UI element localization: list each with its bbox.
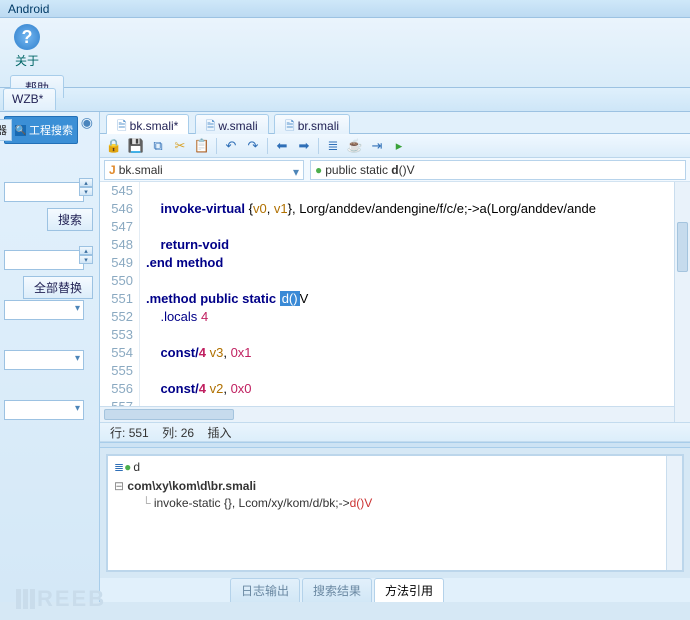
file-icon: 🗎 (117, 119, 127, 133)
nav-forward-icon[interactable]: ➡ (296, 138, 312, 154)
document-tab[interactable]: WZB* (3, 88, 56, 110)
status-mode: 插入 (207, 426, 231, 440)
spin-down-icon[interactable]: ▾ (79, 187, 93, 196)
indent-icon[interactable]: ⇥ (369, 138, 385, 154)
status-row-label: 行: (110, 426, 125, 440)
vertical-scrollbar[interactable] (674, 182, 690, 422)
tab-log[interactable]: 日志输出 (230, 578, 300, 602)
search-sidebar: ◉ 器 🔍 工程搜索 ▴▾ 搜索 ▴▾ 全部替换 (0, 112, 100, 602)
editor-area: 🗎bk.smali* 🗎w.smali 🗎br.smali 🔒 💾 ⧉ ✂ 📋 … (100, 112, 690, 602)
watermark: REEB (16, 586, 106, 612)
code-lines[interactable]: invoke-virtual {v0, v1}, Lorg/anddev/and… (140, 182, 690, 422)
tree-call-prefix: invoke-static {}, Lcom/xy/kom/d/bk;-> (154, 496, 350, 510)
horizontal-splitter[interactable] (100, 442, 690, 448)
run-icon[interactable]: ▸ (391, 138, 407, 154)
search-input[interactable] (4, 182, 84, 202)
sidebar-tab-search-label: 工程搜索 (29, 122, 73, 138)
filter-combo-1[interactable] (4, 300, 84, 320)
references-tree[interactable]: ⊟ com\xy\kom\d\br.smali └ invoke-static … (114, 478, 676, 512)
search-button[interactable]: 搜索 (47, 208, 93, 231)
ribbon: ? 关于 帮助 (0, 18, 690, 88)
list-icon: ≣ (114, 460, 124, 474)
file-combo[interactable]: Jbk.smali (104, 160, 304, 180)
tab-references[interactable]: 方法引用 (374, 578, 444, 602)
sidebar-tab-search[interactable]: 器 🔍 工程搜索 (4, 116, 78, 144)
java-file-icon: J (109, 163, 116, 177)
editor-tab-label: w.smali (218, 119, 257, 133)
method-prefix: public static (325, 163, 391, 177)
tree-call-name: d()V (350, 496, 373, 510)
about-button[interactable]: ? 关于 (10, 24, 44, 69)
editor-tab-label: br.smali (298, 119, 339, 133)
tree-node-call[interactable]: └ invoke-static {}, Lcom/xy/kom/d/bk;->d… (114, 495, 676, 512)
tree-file-label: com\xy\kom\d\br.smali (127, 479, 256, 493)
status-col: 26 (181, 426, 194, 440)
scrollbar-thumb[interactable] (677, 222, 688, 272)
file-icon: 🗎 (206, 119, 216, 133)
method-name: d (391, 163, 398, 177)
save-icon[interactable]: 💾 (128, 138, 144, 154)
references-header: ≣●d (114, 460, 676, 474)
window-title: Android (8, 2, 49, 16)
spin-up-icon[interactable]: ▴ (79, 178, 93, 187)
status-col-label: 列: (162, 426, 177, 440)
eye-icon[interactable]: ◉ (81, 114, 93, 131)
editor-toolbar: 🔒 💾 ⧉ ✂ 📋 ↶ ↷ ⬅ ➡ ≣ ☕ ⇥ ▸ (100, 134, 690, 158)
tab-results[interactable]: 搜索结果 (302, 578, 372, 602)
replace-all-button[interactable]: 全部替换 (23, 276, 93, 299)
list-icon[interactable]: ≣ (325, 138, 341, 154)
file-icon: 🗎 (285, 119, 295, 133)
method-combo[interactable]: ●public static d()V (310, 160, 686, 180)
method-icon: ● (315, 163, 322, 177)
search-icon: 🔍 (15, 125, 26, 136)
line-gutter: 5455465475485495505515525535545555565575… (100, 182, 140, 422)
nav-back-icon[interactable]: ⬅ (274, 138, 290, 154)
references-header-text: d (133, 460, 140, 474)
about-label: 关于 (10, 52, 44, 69)
editor-tab-label: bk.smali* (130, 119, 179, 133)
window-titlebar: Android (0, 0, 690, 18)
copy-icon[interactable]: ⧉ (150, 138, 166, 154)
filter-combo-3[interactable] (4, 400, 84, 420)
java-icon[interactable]: ☕ (347, 138, 363, 154)
help-icon: ? (14, 24, 40, 50)
method-sig: ()V (399, 163, 415, 177)
status-row: 551 (129, 426, 149, 440)
scrollbar-thumb[interactable] (104, 409, 234, 420)
spin-up-icon[interactable]: ▴ (79, 246, 93, 255)
references-panel: ≣●d ⊟ com\xy\kom\d\br.smali └ invoke-sta… (106, 454, 684, 572)
method-icon: ● (124, 460, 131, 474)
replace-input[interactable] (4, 250, 84, 270)
horizontal-scrollbar[interactable] (100, 406, 674, 422)
editor-nav-row: Jbk.smali ●public static d()V (100, 158, 690, 182)
vertical-scrollbar[interactable] (666, 456, 682, 570)
code-editor[interactable]: 5455465475485495505515525535545555565575… (100, 182, 690, 422)
spin-down-icon[interactable]: ▾ (79, 255, 93, 264)
undo-icon[interactable]: ↶ (223, 138, 239, 154)
lock-icon[interactable]: 🔒 (106, 138, 122, 154)
filter-combo-2[interactable] (4, 350, 84, 370)
file-combo-label: bk.smali (119, 163, 163, 177)
paste-icon[interactable]: 📋 (194, 138, 210, 154)
bottom-tabstrip: 日志输出 搜索结果 方法引用 (100, 578, 690, 602)
redo-icon[interactable]: ↷ (245, 138, 261, 154)
cut-icon[interactable]: ✂ (172, 138, 188, 154)
editor-tabstrip: 🗎bk.smali* 🗎w.smali 🗎br.smali (100, 112, 690, 134)
tree-node-file[interactable]: ⊟ com\xy\kom\d\br.smali (114, 478, 676, 495)
sidebar-tab-other: 器 (0, 119, 12, 141)
document-tabstrip: WZB* (0, 88, 690, 112)
editor-statusbar: 行: 551 列: 26 插入 (100, 422, 690, 442)
